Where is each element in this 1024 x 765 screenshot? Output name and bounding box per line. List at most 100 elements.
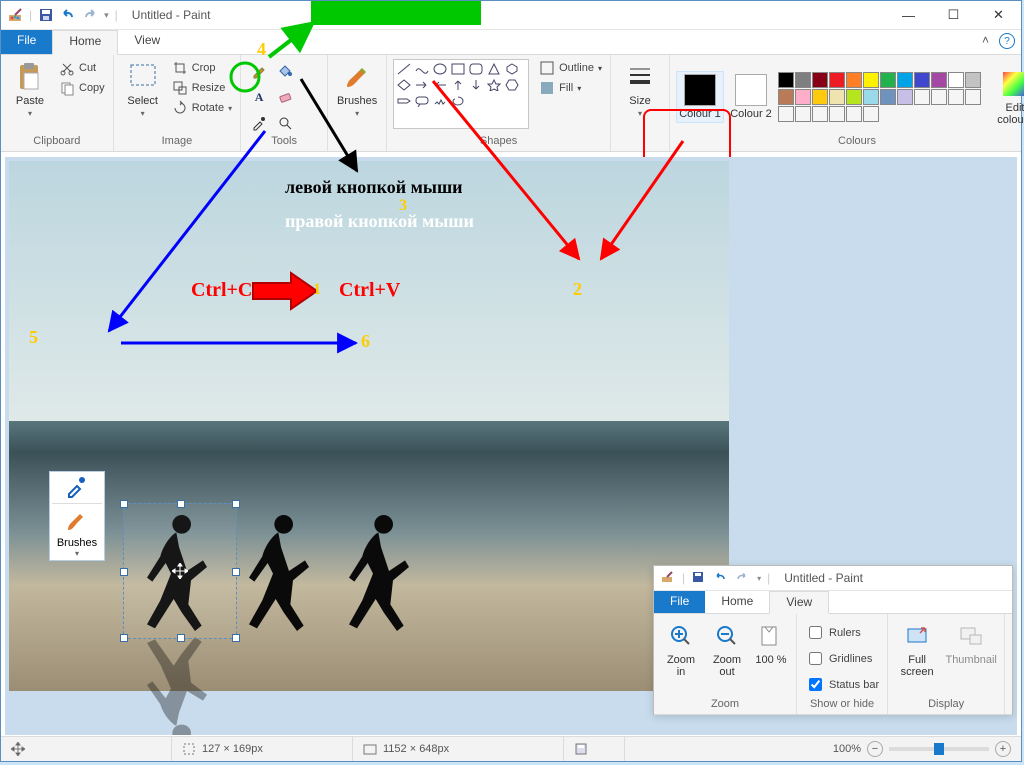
palette-swatch[interactable] xyxy=(931,89,947,105)
mini-tab-view[interactable]: View xyxy=(769,591,829,614)
mini-redo-icon[interactable] xyxy=(735,570,751,586)
close-button[interactable]: ✕ xyxy=(976,1,1021,29)
palette-swatch[interactable] xyxy=(880,89,896,105)
zoom-out-button[interactable]: Zoom out xyxy=(706,618,748,680)
crop-button[interactable]: Crop xyxy=(170,59,234,77)
mini-zoom-label: Zoom xyxy=(711,698,739,712)
palette-swatch[interactable] xyxy=(778,106,794,122)
group-shapes: Outline▾ Fill▾ Shapes xyxy=(387,55,611,151)
mini-undo-icon[interactable] xyxy=(713,570,729,586)
redo-icon[interactable] xyxy=(82,7,98,23)
fill-tool[interactable] xyxy=(273,59,297,83)
mini-display-label: Display xyxy=(928,698,964,712)
palette-swatch[interactable] xyxy=(829,106,845,122)
cut-label: Cut xyxy=(79,62,96,74)
shape-outline-button[interactable]: Outline▾ xyxy=(537,59,604,77)
palette-swatch[interactable] xyxy=(795,89,811,105)
palette-swatch[interactable] xyxy=(795,72,811,88)
maximize-button[interactable]: ☐ xyxy=(931,1,976,29)
cut-button[interactable]: Cut xyxy=(57,59,107,77)
palette-swatch[interactable] xyxy=(829,72,845,88)
mini-paint-window: | ▾ | Untitled - Paint File Home View Zo… xyxy=(653,565,1013,715)
eraser-tool[interactable] xyxy=(273,85,297,109)
palette-swatch[interactable] xyxy=(812,72,828,88)
thumbnail-label: Thumbnail xyxy=(945,654,996,666)
palette-swatch[interactable] xyxy=(931,72,947,88)
zoom-out-icon[interactable]: − xyxy=(867,741,883,757)
tab-home[interactable]: Home xyxy=(52,30,118,55)
paste-button[interactable]: Paste ▾ xyxy=(7,59,53,120)
fullscreen-button[interactable]: Full screen xyxy=(894,618,940,680)
shape-fill-button[interactable]: Fill▾ xyxy=(537,79,604,97)
palette-swatch[interactable] xyxy=(863,72,879,88)
help-icon[interactable]: ? xyxy=(999,33,1015,49)
palette-swatch[interactable] xyxy=(846,89,862,105)
size-button[interactable]: Size ▾ xyxy=(617,59,663,120)
colour2-button[interactable]: Colour 2 xyxy=(728,72,774,122)
rulers-label: Rulers xyxy=(829,627,861,639)
zoom-in-button[interactable]: Zoom in xyxy=(660,618,702,680)
palette-swatch[interactable] xyxy=(965,89,981,105)
minimize-button[interactable]: — xyxy=(886,1,931,29)
tab-file[interactable]: File xyxy=(1,30,52,54)
edit-colours-button[interactable]: Edit colours xyxy=(992,66,1024,128)
image-group-label: Image xyxy=(162,135,193,149)
rotate-button[interactable]: Rotate ▾ xyxy=(170,99,234,117)
palette-swatch[interactable] xyxy=(948,89,964,105)
zoom-in-icon[interactable]: + xyxy=(995,741,1011,757)
palette-swatch[interactable] xyxy=(795,106,811,122)
palette-swatch[interactable] xyxy=(812,106,828,122)
palette-swatch[interactable] xyxy=(914,72,930,88)
rulers-checkbox[interactable]: Rulers xyxy=(803,622,881,643)
brushes-label: Brushes xyxy=(337,95,377,107)
magnifier-tool[interactable] xyxy=(273,111,297,135)
select-button[interactable]: Select ▾ xyxy=(120,59,166,120)
palette-swatch[interactable] xyxy=(812,89,828,105)
colour1-button[interactable]: Colour 1 xyxy=(676,71,724,123)
group-tools: A Tools xyxy=(241,55,328,151)
tab-view[interactable]: View xyxy=(118,30,176,54)
resize-label: Resize xyxy=(192,82,226,94)
resize-button[interactable]: Resize xyxy=(170,79,234,97)
palette-swatch[interactable] xyxy=(829,89,845,105)
palette-swatch[interactable] xyxy=(897,89,913,105)
statusbar-checkbox[interactable]: Status bar xyxy=(803,674,881,695)
palette-swatch[interactable] xyxy=(846,106,862,122)
text-tool[interactable]: A xyxy=(247,85,271,109)
minimize-ribbon-icon[interactable]: ˄ xyxy=(982,33,989,49)
save-icon[interactable] xyxy=(38,7,54,23)
canvas-size-icon xyxy=(363,742,377,756)
palette-swatch[interactable] xyxy=(948,72,964,88)
runner-2 xyxy=(241,511,321,631)
palette-swatch[interactable] xyxy=(863,89,879,105)
palette-swatch[interactable] xyxy=(778,72,794,88)
palette-swatch[interactable] xyxy=(897,72,913,88)
undo-icon[interactable] xyxy=(60,7,76,23)
clipboard-group-label: Clipboard xyxy=(33,135,80,149)
mini-tab-file[interactable]: File xyxy=(654,591,705,613)
annotation-tool-callout: Brushes ▾ xyxy=(49,471,105,561)
window-title: Untitled - Paint xyxy=(132,8,211,22)
shapes-group-label: Shapes xyxy=(480,135,517,149)
picker-tool[interactable] xyxy=(247,111,271,135)
zoom-slider[interactable] xyxy=(889,747,989,751)
palette-swatch[interactable] xyxy=(965,72,981,88)
copy-button[interactable]: Copy xyxy=(57,79,107,97)
pencil-tool[interactable] xyxy=(247,59,271,83)
selection-rectangle[interactable] xyxy=(123,503,237,639)
palette-swatch[interactable] xyxy=(846,72,862,88)
palette-swatch[interactable] xyxy=(863,106,879,122)
mini-tab-home[interactable]: Home xyxy=(705,591,769,613)
palette-swatch[interactable] xyxy=(778,89,794,105)
palette-swatch[interactable] xyxy=(880,72,896,88)
canvas[interactable] xyxy=(9,161,729,691)
shapes-gallery[interactable] xyxy=(393,59,529,129)
palette-swatch[interactable] xyxy=(914,89,930,105)
qat-dropdown-icon[interactable]: ▾ xyxy=(104,10,109,21)
zoom-100-button[interactable]: 100 % xyxy=(752,618,790,668)
mini-save-icon[interactable] xyxy=(691,570,707,586)
colour-palette[interactable] xyxy=(778,72,988,122)
thumbnail-button[interactable]: Thumbnail xyxy=(944,618,998,668)
gridlines-checkbox[interactable]: Gridlines xyxy=(803,648,881,669)
brushes-button[interactable]: Brushes ▾ xyxy=(334,59,380,120)
